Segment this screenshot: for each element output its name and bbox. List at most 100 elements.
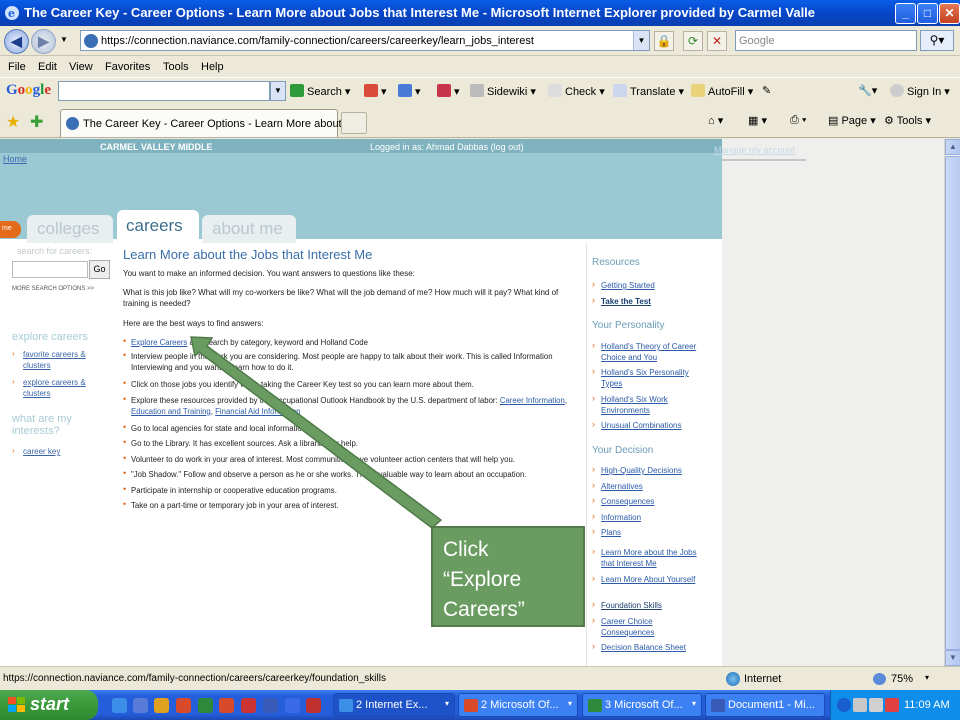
taskbar-item-internet-explorer[interactable]: 2 Internet Ex... ▾ bbox=[333, 693, 455, 717]
maximize-button[interactable]: □ bbox=[917, 3, 938, 24]
sidebar-item-favorite-careers[interactable]: › favorite careers & clusters bbox=[12, 349, 86, 371]
quicklaunch-word-icon[interactable] bbox=[263, 698, 278, 713]
history-dropdown-icon[interactable]: ▼ bbox=[60, 35, 68, 44]
career-information-link[interactable]: Career Information bbox=[500, 396, 565, 405]
share-button[interactable]: ▾ bbox=[398, 84, 421, 98]
lock-icon[interactable]: 🔒 bbox=[654, 31, 674, 51]
forward-button[interactable]: ▶ bbox=[31, 29, 56, 54]
address-dropdown-icon[interactable]: ▼ bbox=[633, 31, 649, 50]
search-g-icon bbox=[290, 84, 304, 97]
refresh-icon[interactable]: ⟳ bbox=[683, 31, 703, 51]
career-search-input[interactable] bbox=[12, 261, 88, 278]
site-tab-careers[interactable]: careers bbox=[117, 210, 199, 244]
education-training-link[interactable]: Education and Training bbox=[131, 407, 211, 416]
quicklaunch-media-icon[interactable] bbox=[306, 698, 321, 713]
zoom-level[interactable]: 75% bbox=[891, 673, 913, 685]
home-icon[interactable]: ⌂ ▾ bbox=[708, 114, 723, 127]
menu-favorites[interactable]: Favorites bbox=[105, 61, 150, 73]
home-link[interactable]: Home bbox=[3, 154, 27, 164]
plus-icon bbox=[398, 84, 412, 97]
wrench-settings-icon[interactable]: 🔧▾ bbox=[858, 84, 877, 97]
autofill-button[interactable]: AutoFill ▾ bbox=[691, 84, 753, 98]
back-button[interactable]: ◀ bbox=[4, 29, 29, 54]
start-button[interactable]: start bbox=[0, 690, 98, 720]
page-menu-button[interactable]: ▤ Page ▾ bbox=[828, 114, 876, 127]
callout-line-2: “Explore bbox=[443, 568, 522, 591]
menu-help[interactable]: Help bbox=[201, 61, 224, 73]
stop-icon[interactable]: ✕ bbox=[707, 31, 727, 51]
favorites-star-icon[interactable]: ★ bbox=[6, 112, 20, 132]
bookmark-button[interactable]: ▾ bbox=[364, 84, 387, 98]
google-search-button[interactable]: Search ▾ bbox=[290, 84, 350, 98]
career-search-go-button[interactable]: Go bbox=[89, 260, 110, 279]
browser-tab-active[interactable]: The Career Key - Career Options - Learn … bbox=[60, 109, 354, 137]
site-tab-about-me[interactable]: about me bbox=[202, 215, 296, 243]
new-tab-button[interactable] bbox=[341, 112, 367, 134]
menu-bar: File Edit View Favorites Tools Help bbox=[0, 57, 960, 77]
quicklaunch-ie2-icon[interactable] bbox=[285, 698, 300, 713]
site-tab-colleges[interactable]: colleges bbox=[27, 215, 113, 243]
quicklaunch-excel-icon[interactable] bbox=[198, 698, 213, 713]
quicklaunch-office-icon[interactable] bbox=[219, 698, 234, 713]
print-icon[interactable]: ⎙ ▾ bbox=[790, 114, 806, 127]
scroll-thumb[interactable] bbox=[945, 156, 960, 650]
taskbar-item-office-1[interactable]: 2 Microsoft Of... ▾ bbox=[458, 693, 578, 717]
taskbar-item-office-2[interactable]: 3 Microsoft Of... ▾ bbox=[582, 693, 702, 717]
scroll-down-icon[interactable]: ▼ bbox=[945, 650, 960, 666]
google-search-dropdown-icon[interactable]: ▼ bbox=[270, 81, 286, 101]
zoom-icon[interactable] bbox=[873, 673, 886, 685]
quicklaunch-folder-icon[interactable] bbox=[154, 698, 169, 713]
resources-heading: Resources bbox=[592, 257, 640, 268]
search-magnifier-icon[interactable]: ⚲▾ bbox=[920, 30, 954, 51]
quicklaunch-ppt-icon[interactable] bbox=[176, 698, 191, 713]
quicklaunch-app-icon[interactable] bbox=[241, 698, 256, 713]
tray-expand-icon[interactable] bbox=[837, 698, 851, 712]
add-favorites-icon[interactable]: ✚ bbox=[30, 112, 43, 132]
address-field[interactable]: https://connection.naviance.com/family-c… bbox=[80, 30, 650, 51]
sidebar-item-career-key[interactable]: › career key bbox=[12, 446, 60, 456]
callout-line-1: Click bbox=[443, 538, 489, 561]
sidewiki-button[interactable]: Sidewiki ▾ bbox=[470, 84, 536, 98]
internet-zone-icon bbox=[726, 672, 740, 686]
taskbar-item-document1[interactable]: Document1 - Mi... bbox=[705, 693, 825, 717]
quicklaunch-ie-icon[interactable] bbox=[112, 698, 127, 713]
tray-volume-icon[interactable] bbox=[869, 698, 883, 712]
highlight-icon[interactable]: ✎ bbox=[762, 84, 771, 97]
tray-network-icon[interactable] bbox=[853, 698, 867, 712]
sign-in-button[interactable]: Sign In ▾ bbox=[890, 84, 950, 98]
tray-security-icon[interactable] bbox=[885, 698, 899, 712]
feeds-icon[interactable]: ▦ ▾ bbox=[748, 114, 767, 127]
close-button[interactable]: ✕ bbox=[939, 3, 960, 24]
translate-button[interactable]: Translate ▾ bbox=[613, 84, 684, 98]
menu-view[interactable]: View bbox=[69, 61, 93, 73]
google-search-input[interactable] bbox=[58, 81, 270, 101]
tools-menu-button[interactable]: ⚙ Tools ▾ bbox=[884, 114, 931, 127]
vertical-scrollbar[interactable]: ▲ ▼ bbox=[944, 139, 960, 666]
financial-aid-link[interactable]: Financial Aid Information bbox=[215, 407, 300, 416]
menu-edit[interactable]: Edit bbox=[38, 61, 57, 73]
start-label: start bbox=[30, 694, 70, 714]
popup-blocker-button[interactable]: ▾ bbox=[437, 84, 460, 98]
window-title-bar: e The Career Key - Career Options - Lear… bbox=[0, 0, 960, 26]
manage-account-link[interactable]: Manage my account bbox=[714, 145, 795, 155]
bookmark-icon bbox=[364, 84, 378, 97]
menu-file[interactable]: File bbox=[8, 61, 26, 73]
google-logo[interactable]: Google bbox=[6, 82, 51, 99]
site-tab-me-pill[interactable]: me bbox=[0, 221, 21, 238]
personality-heading: Your Personality bbox=[592, 320, 665, 331]
scroll-up-icon[interactable]: ▲ bbox=[945, 139, 960, 155]
window-title: The Career Key - Career Options - Learn … bbox=[24, 5, 816, 20]
zoom-dropdown-icon[interactable]: ▾ bbox=[925, 673, 929, 682]
clock: 11:09 AM bbox=[904, 699, 950, 711]
spell-check-button[interactable]: Check ▾ bbox=[548, 84, 605, 98]
quicklaunch-desktop-icon[interactable] bbox=[133, 698, 148, 713]
more-search-options-link[interactable]: MORE SEARCH OPTIONS >> bbox=[12, 286, 94, 292]
resources-sidebar: Resources › Getting Started › Take the Tes… bbox=[586, 243, 711, 666]
sidebar-item-explore-careers[interactable]: › explore careers & clusters bbox=[12, 377, 86, 399]
browser-search-input[interactable]: Google bbox=[735, 30, 917, 51]
google-toolbar: Google ▼ Search ▾ ▾ ▾ ▾ Sidewiki ▾ Check… bbox=[0, 77, 960, 104]
minimize-button[interactable]: _ bbox=[895, 3, 916, 24]
menu-tools[interactable]: Tools bbox=[163, 61, 189, 73]
explore-careers-link[interactable]: Explore Careers bbox=[131, 338, 187, 347]
page-body: search for careers: Go MORE SEARCH OPTIO… bbox=[0, 243, 722, 666]
